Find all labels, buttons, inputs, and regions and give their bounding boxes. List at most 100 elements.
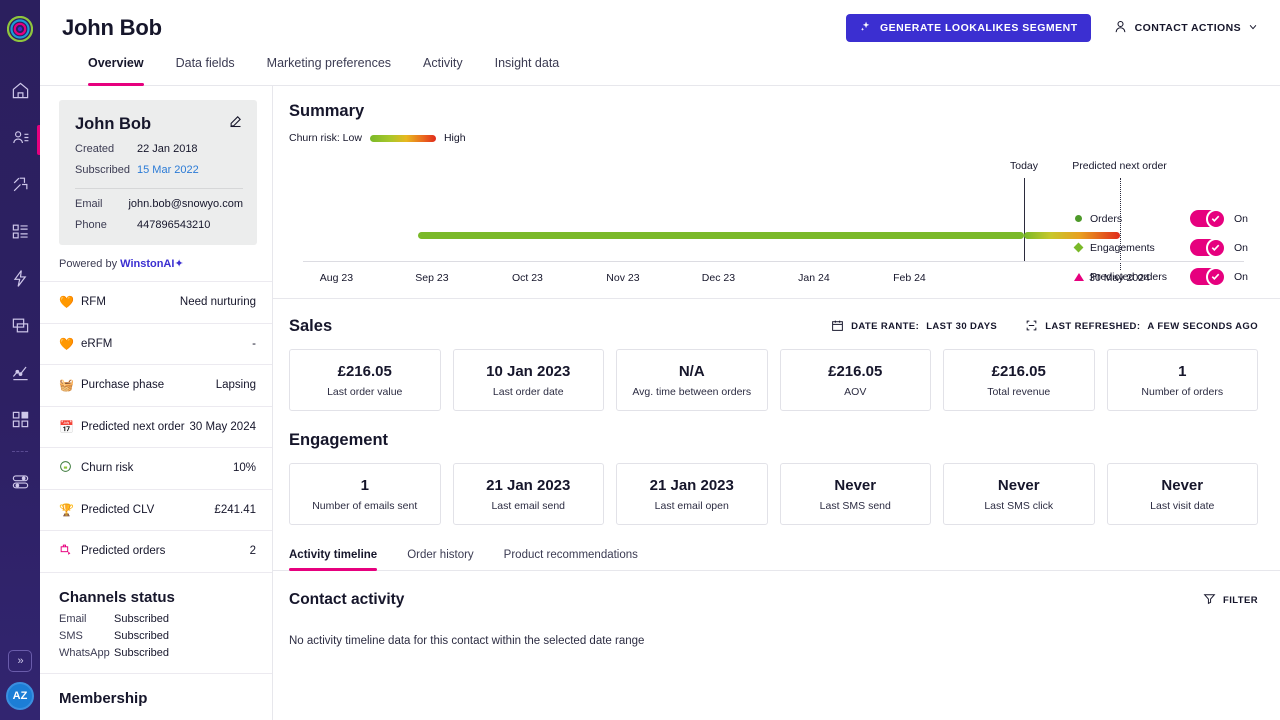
contact-field-subscribed-value[interactable]: 15 Mar 2022 bbox=[137, 164, 199, 176]
tab-order-history[interactable]: Order history bbox=[407, 549, 473, 570]
tab-marketing-preferences[interactable]: Marketing preferences bbox=[267, 56, 391, 85]
churn-timeline-chart: Today Predicted next order Aug 23 Sep 23… bbox=[289, 148, 1258, 298]
channel-row-email-status: Subscribed bbox=[114, 613, 169, 625]
powered-by: Powered by WinstonAI✦ bbox=[40, 245, 272, 282]
journeys-icon bbox=[11, 175, 30, 199]
cart-arrow-icon bbox=[59, 543, 81, 559]
metric-card-last-email-open-value: 21 Jan 2023 bbox=[650, 477, 734, 494]
tab-insight-data-label: Insight data bbox=[495, 56, 560, 70]
churn-risk-low-label: Churn risk: Low bbox=[289, 132, 362, 144]
metric-card-last-visit-date-label: Last visit date bbox=[1150, 500, 1214, 512]
tab-data-fields[interactable]: Data fields bbox=[176, 56, 235, 85]
last-refreshed[interactable]: LAST REFRESHED: A FEW SECONDS AGO bbox=[1025, 319, 1258, 335]
sidebar-item-home[interactable] bbox=[0, 69, 40, 116]
x-tick-5: Jan 24 bbox=[798, 272, 830, 284]
contact-field-subscribed: Subscribed 15 Mar 2022 bbox=[75, 164, 243, 176]
metric-card-last-email-send: 21 Jan 2023 Last email send bbox=[453, 463, 605, 525]
metric-card-last-order-value: £216.05 Last order value bbox=[289, 349, 441, 411]
metric-card-last-sms-click-value: Never bbox=[998, 477, 1040, 494]
sidebar-item-analytics[interactable] bbox=[0, 351, 40, 398]
calendar-icon bbox=[831, 319, 844, 335]
contact-field-created: Created 22 Jan 2018 bbox=[75, 143, 243, 155]
metric-card-number-of-emails-sent-value: 1 bbox=[361, 477, 369, 494]
filter-button[interactable]: FILTER bbox=[1203, 592, 1258, 608]
x-tick-3: Nov 23 bbox=[606, 272, 639, 284]
contact-field-phone: Phone 447896543210 bbox=[75, 219, 243, 231]
legend-row-orders-label: Orders bbox=[1090, 213, 1190, 225]
sidebar-item-settings[interactable] bbox=[0, 460, 40, 507]
metric-row-churn-risk-label: Churn risk bbox=[81, 462, 233, 474]
metric-row-predicted-orders[interactable]: Predicted orders 2 bbox=[40, 531, 272, 573]
sparkle-icon bbox=[859, 20, 872, 36]
last-refreshed-value: A FEW SECONDS AGO bbox=[1147, 321, 1258, 332]
toggle-predicted-orders[interactable] bbox=[1190, 268, 1224, 285]
channel-row-sms-status: Subscribed bbox=[114, 630, 169, 642]
x-tick-6: Feb 24 bbox=[893, 272, 926, 284]
metric-card-number-of-emails-sent-label: Number of emails sent bbox=[312, 500, 417, 512]
sidebar-item-contacts[interactable] bbox=[0, 116, 40, 163]
calendar-icon: 📅 bbox=[59, 420, 81, 434]
tab-activity-timeline[interactable]: Activity timeline bbox=[289, 549, 377, 570]
metric-card-avg-time-between-orders-label: Avg. time between orders bbox=[632, 386, 751, 398]
tab-overview[interactable]: Overview bbox=[88, 56, 144, 85]
metric-card-last-order-value-value: £216.05 bbox=[338, 363, 392, 380]
contact-actions-menu[interactable]: CONTACT ACTIONS bbox=[1113, 19, 1258, 37]
metric-row-predicted-orders-value: 2 bbox=[250, 545, 256, 557]
sidebar-item-apps[interactable] bbox=[0, 398, 40, 445]
toggle-engagements-state: On bbox=[1234, 242, 1248, 254]
summary-title: Summary bbox=[289, 102, 1258, 121]
sidebar-item-messages[interactable] bbox=[0, 304, 40, 351]
date-range-selector[interactable]: DATE RANTE: LAST 30 DAYS bbox=[831, 319, 997, 335]
channel-row-whatsapp-name: WhatsApp bbox=[59, 647, 114, 659]
summary-section: Summary Churn risk: Low High Today Predi… bbox=[273, 86, 1280, 299]
metric-row-purchase-phase[interactable]: 🧺 Purchase phase Lapsing bbox=[40, 365, 272, 407]
tab-activity[interactable]: Activity bbox=[423, 56, 463, 85]
metric-card-last-sms-send: Never Last SMS send bbox=[780, 463, 932, 525]
nav-rail: » AZ bbox=[0, 0, 40, 720]
legend-row-orders: Orders On bbox=[1072, 210, 1248, 227]
toggle-engagements[interactable] bbox=[1190, 239, 1224, 256]
legend-row-engagements: Engagements On bbox=[1072, 239, 1248, 256]
refresh-icon bbox=[1025, 319, 1038, 335]
generate-lookalikes-button[interactable]: GENERATE LOOKALIKES SEGMENT bbox=[846, 14, 1091, 42]
engagements-diamond-icon bbox=[1072, 244, 1086, 251]
sidebar-item-automation[interactable] bbox=[0, 257, 40, 304]
metric-row-erfm-value: - bbox=[252, 338, 256, 350]
contact-summary-card: John Bob Created 22 Jan 2018 Subscribed … bbox=[59, 100, 257, 245]
metric-row-predicted-next-order[interactable]: 📅 Predicted next order 30 May 2024 bbox=[40, 407, 272, 449]
contact-actions-label: CONTACT ACTIONS bbox=[1135, 22, 1241, 34]
tab-order-history-label: Order history bbox=[407, 549, 473, 561]
expand-sidebar-button[interactable]: » bbox=[8, 650, 32, 672]
app-logo-icon[interactable] bbox=[7, 16, 33, 47]
metric-row-erfm[interactable]: 🧡 eRFM - bbox=[40, 324, 272, 366]
heart-icon: 🧡 bbox=[59, 337, 81, 351]
avatar[interactable]: AZ bbox=[6, 682, 34, 710]
metric-card-last-sms-send-label: Last SMS send bbox=[820, 500, 891, 512]
sales-title: Sales bbox=[289, 317, 332, 336]
sidebar-item-journeys[interactable] bbox=[0, 163, 40, 210]
date-range-label: DATE RANTE: bbox=[851, 321, 919, 332]
tab-product-recommendations[interactable]: Product recommendations bbox=[504, 549, 638, 570]
metric-card-total-revenue-value: £216.05 bbox=[992, 363, 1046, 380]
powered-by-brand: WinstonAI bbox=[120, 258, 174, 270]
toggle-orders[interactable] bbox=[1190, 210, 1224, 227]
tab-insight-data[interactable]: Insight data bbox=[495, 56, 560, 85]
tab-data-fields-label: Data fields bbox=[176, 56, 235, 70]
metric-row-rfm[interactable]: 🧡 RFM Need nurturing bbox=[40, 282, 272, 324]
sales-cards: £216.05 Last order value 10 Jan 2023 Las… bbox=[289, 349, 1258, 411]
chart-plot-area: Today Predicted next order Aug 23 Sep 23… bbox=[303, 148, 1258, 298]
pencil-icon[interactable] bbox=[228, 114, 243, 134]
sidebar-item-lists[interactable] bbox=[0, 210, 40, 257]
metric-row-predicted-orders-label: Predicted orders bbox=[81, 545, 250, 557]
metric-row-predicted-clv[interactable]: 🏆 Predicted CLV £241.41 bbox=[40, 490, 272, 532]
toggle-orders-state: On bbox=[1234, 213, 1248, 225]
channel-row-whatsapp: WhatsApp Subscribed bbox=[40, 642, 272, 659]
marker-predicted-order-label: Predicted next order bbox=[1072, 160, 1167, 172]
metric-card-last-order-value-label: Last order value bbox=[327, 386, 402, 398]
metric-row-churn-risk[interactable]: Churn risk 10% bbox=[40, 448, 272, 490]
messages-icon bbox=[11, 316, 30, 340]
body: John Bob Created 22 Jan 2018 Subscribed … bbox=[40, 86, 1280, 720]
membership-title: Membership bbox=[40, 674, 272, 709]
analytics-icon bbox=[11, 363, 30, 387]
contact-field-email-value: john.bob@snowyo.com bbox=[128, 198, 243, 210]
